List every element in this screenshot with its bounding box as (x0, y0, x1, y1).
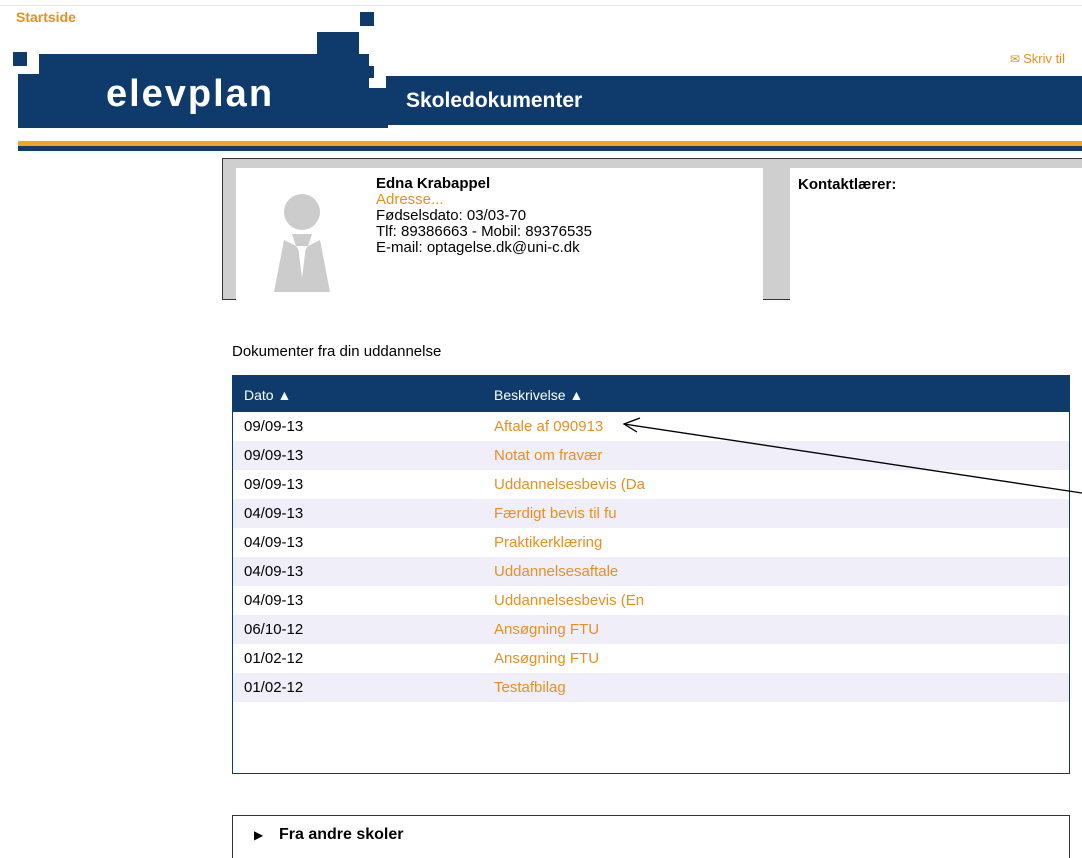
document-link[interactable]: Aftale af 090913 (494, 418, 603, 435)
skriv-til-link[interactable]: ✉ Skriv til (1010, 51, 1065, 66)
expand-triangle-icon: ▶ (254, 828, 264, 842)
row-date: 01/02-12 (244, 679, 304, 696)
phone-numbers: Tlf: 89386663 - Mobil: 89376535 (376, 223, 592, 240)
page-title: Skoledokumenter (406, 89, 583, 112)
documents-table: Dato ▲ Beskrivelse ▲ 09/09-13 Aftale af … (232, 375, 1070, 774)
row-date: 01/02-12 (244, 650, 304, 667)
document-link[interactable]: Uddannelsesaftale (494, 563, 618, 580)
startside-link[interactable]: Startside (16, 9, 76, 25)
row-date: 04/09-13 (244, 592, 304, 609)
document-link[interactable]: Uddannelsesbevis (Da (494, 476, 645, 493)
other-schools-section[interactable]: ▶ Fra andre skoler (232, 815, 1070, 858)
table-row: 06/10-12 Ansøgning FTU (233, 615, 1069, 644)
row-date: 09/09-13 (244, 447, 304, 464)
skriv-til-label: Skriv til (1023, 51, 1065, 66)
table-row: 04/09-13 Færdigt bevis til fu (233, 499, 1069, 528)
document-link[interactable]: Uddannelsesbevis (En (494, 592, 644, 609)
sort-description-header[interactable]: Beskrivelse ▲ (494, 387, 583, 403)
document-link[interactable]: Færdigt bevis til fu (494, 505, 617, 522)
address-link[interactable]: Adresse... (376, 192, 592, 208)
svg-text:elevplan: elevplan (106, 73, 274, 115)
row-date: 09/09-13 (244, 418, 304, 435)
envelope-icon: ✉ (1010, 52, 1021, 66)
header-stripe-navy (18, 146, 1082, 151)
table-row: 09/09-13 Notat om fravær (233, 441, 1069, 470)
document-link[interactable]: Ansøgning FTU (494, 650, 599, 667)
contact-teacher-label: Kontaktlærer: (798, 176, 897, 193)
profile-info-panel: Edna Krabappel Adresse... Fødselsdato: 0… (236, 168, 763, 301)
row-date: 04/09-13 (244, 563, 304, 580)
profile-details: Edna Krabappel Adresse... Fødselsdato: 0… (376, 176, 592, 256)
documents-heading: Dokumenter fra din uddannelse (232, 343, 442, 360)
student-name: Edna Krabappel (376, 175, 491, 192)
student-profile-card: Edna Krabappel Adresse... Fødselsdato: 0… (222, 158, 1082, 301)
top-divider (0, 5, 1082, 6)
row-date: 09/09-13 (244, 476, 304, 493)
contact-teacher-panel: Kontaktlærer: (790, 168, 1082, 301)
table-row: 09/09-13 Aftale af 090913 (233, 412, 1069, 441)
document-link[interactable]: Testafbilag (494, 679, 566, 696)
table-header: Dato ▲ Beskrivelse ▲ (233, 376, 1069, 412)
document-link[interactable]: Notat om fravær (494, 447, 602, 464)
table-row: 04/09-13 Uddannelsesaftale (233, 557, 1069, 586)
email: E-mail: optagelse.dk@uni-c.dk (376, 239, 580, 256)
table-row: 01/02-12 Testafbilag (233, 673, 1069, 702)
row-date: 04/09-13 (244, 534, 304, 551)
table-row: 04/09-13 Uddannelsesbevis (En (233, 586, 1069, 615)
other-schools-label: Fra andre skoler (279, 826, 404, 843)
row-date: 04/09-13 (244, 505, 304, 522)
page-title-bar: Skoledokumenter (386, 76, 1082, 125)
avatar (274, 194, 330, 297)
document-link[interactable]: Ansøgning FTU (494, 621, 599, 638)
row-date: 06/10-12 (244, 621, 304, 638)
sort-date-header[interactable]: Dato ▲ (244, 387, 291, 403)
elevplan-logo[interactable]: elevplan (10, 10, 390, 135)
document-link[interactable]: Praktikerklæring (494, 534, 602, 551)
table-row: 04/09-13 Praktikerklæring (233, 528, 1069, 557)
table-row: 01/02-12 Ansøgning FTU (233, 644, 1069, 673)
birthdate: Fødselsdato: 03/03-70 (376, 207, 527, 224)
table-row: 09/09-13 Uddannelsesbevis (Da (233, 470, 1069, 499)
